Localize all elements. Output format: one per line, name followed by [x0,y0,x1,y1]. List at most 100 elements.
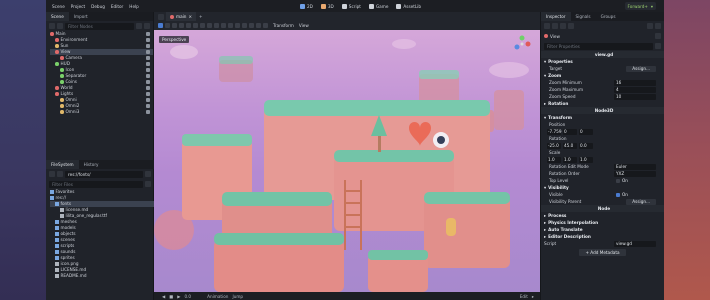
visibility-eye-icon[interactable] [146,50,150,54]
layout-icon[interactable] [263,23,268,28]
visibility-eye-icon[interactable] [146,32,150,36]
add-scene-tab-icon[interactable]: + [199,14,203,19]
add-metadata-button[interactable]: + Add Metadata [579,248,626,256]
main-screen-assetlib[interactable]: AssetLib [396,3,421,9]
link-icon[interactable] [57,23,63,29]
main-screen-3d[interactable]: 3D [320,3,334,9]
selectable-icon[interactable] [186,23,191,28]
more-icon[interactable] [242,23,247,28]
ruler-icon[interactable] [207,23,212,28]
menu-icon[interactable] [568,23,574,29]
menu-item-help[interactable]: Help [129,4,139,9]
position-x-field[interactable]: -7.759 [547,128,562,135]
perspective-menu[interactable]: Perspective [159,36,190,43]
renderer-selector[interactable]: Forward+ ▾ [624,2,656,10]
scale-x-field[interactable]: 1.0 [547,156,561,163]
menu-item-debug[interactable]: Debug [91,4,105,9]
back-icon[interactable] [49,171,55,177]
load-icon[interactable] [552,23,558,29]
new-resource-icon[interactable] [544,23,550,29]
auto-translate-section[interactable]: ▸ Auto Translate [541,226,664,233]
scene-node-omni3[interactable]: Omni3 [50,109,153,115]
script-header[interactable]: view.gd [541,51,664,58]
tab-signals[interactable]: Signals [571,12,596,21]
distraction-free-icon[interactable] [158,13,164,20]
rotation-edit-mode-select[interactable]: Euler [614,163,656,170]
tab-groups[interactable]: Groups [596,12,621,21]
scale-tool-icon[interactable] [179,23,184,28]
position-y-field[interactable]: 0 [563,128,577,135]
menu-item-editor[interactable]: Editor [111,4,123,9]
tab-history[interactable]: History [79,160,104,169]
script-resource-field[interactable]: view.gd [614,240,656,247]
rotation-section[interactable]: ▸ Rotation [541,100,664,107]
zoom-section[interactable]: ▾ Zoom [541,72,664,79]
search-icon[interactable] [136,23,142,29]
play-backwards-icon[interactable]: ◀ [162,294,165,299]
add-node-icon[interactable] [49,23,55,29]
filter-files-input[interactable]: Filter Files [49,180,143,188]
scale-y-field[interactable]: 1.0 [563,156,577,163]
stop-icon[interactable]: ■ [169,294,173,299]
edit-button[interactable]: Edit [520,294,528,299]
tab-inspector[interactable]: Inspector [541,12,571,21]
lock-icon[interactable] [193,23,198,28]
object-menu-icon[interactable] [655,33,661,39]
visibility-eye-icon[interactable] [146,62,150,66]
process-section[interactable]: ▸ Process [541,212,664,219]
rotation-y-field[interactable]: 45.0 [563,142,577,149]
grid-icon[interactable] [256,23,261,28]
group-icon[interactable] [200,23,205,28]
menu-item-project[interactable]: Project [71,4,85,9]
visibility-eye-icon[interactable] [146,98,150,102]
close-icon[interactable]: × [188,12,192,21]
visibility-eye-icon[interactable] [146,92,150,96]
select-tool-icon[interactable] [158,23,163,28]
sort-icon[interactable] [145,181,151,187]
snap-icon[interactable] [221,23,226,28]
move-tool-icon[interactable] [165,23,170,28]
visibility-eye-icon[interactable] [146,80,150,84]
history-forward-icon[interactable] [655,23,661,29]
assign-target-button[interactable]: Assign... [626,65,656,72]
history-back-icon[interactable] [647,23,653,29]
rotate-tool-icon[interactable] [172,23,177,28]
filter-nodes-input[interactable]: Filter Nodes [65,22,134,30]
main-screen-script[interactable]: Script [341,3,361,9]
view-menu[interactable]: View [299,23,309,28]
object-name[interactable]: View [550,34,653,39]
save-icon[interactable] [560,23,566,29]
top-level-checkbox[interactable]: On [614,178,656,184]
visibility-section[interactable]: ▾ Visibility [541,184,664,191]
scene-tab-main[interactable]: main × [166,12,196,21]
camera-icon[interactable] [249,23,254,28]
split-view-icon[interactable] [145,171,151,177]
filter-properties-input[interactable]: Filter Properties [544,42,653,50]
rotation-x-field[interactable]: -25.0 [547,142,561,149]
visibility-eye-icon[interactable] [146,86,150,90]
forward-icon[interactable] [57,171,63,177]
visibility-eye-icon[interactable] [146,38,150,42]
local-space-icon[interactable] [214,23,219,28]
zoom-minimum-field[interactable]: 16 [614,79,656,86]
time-field[interactable]: 0.0 [184,294,191,299]
pin-icon[interactable]: ▸ [532,294,534,299]
editor-description-section[interactable]: ▸ Editor Description [541,233,664,240]
tab-filesystem[interactable]: FileSystem [46,160,79,169]
visibility-eye-icon[interactable] [146,56,150,60]
settings-icon[interactable] [655,43,661,49]
visible-checkbox[interactable]: On [614,192,656,198]
main-screen-game[interactable]: Game [368,3,388,9]
visibility-eye-icon[interactable] [146,104,150,108]
transform-section[interactable]: ▾ Transform [541,114,664,121]
tab-import[interactable]: Import [69,12,93,21]
main-screen-2d[interactable]: 2D [300,3,313,9]
assign-visibility-parent-button[interactable]: Assign... [626,198,656,205]
sun-preview-icon[interactable] [228,23,233,28]
play-icon[interactable]: ▶ [177,294,180,299]
rotation-order-select[interactable]: YXZ [614,170,656,177]
animation-label[interactable]: Animation [207,294,228,299]
menu-icon[interactable] [144,23,150,29]
physics-interpolation-section[interactable]: ▸ Physics Interpolation [541,219,664,226]
visibility-eye-icon[interactable] [146,110,150,114]
